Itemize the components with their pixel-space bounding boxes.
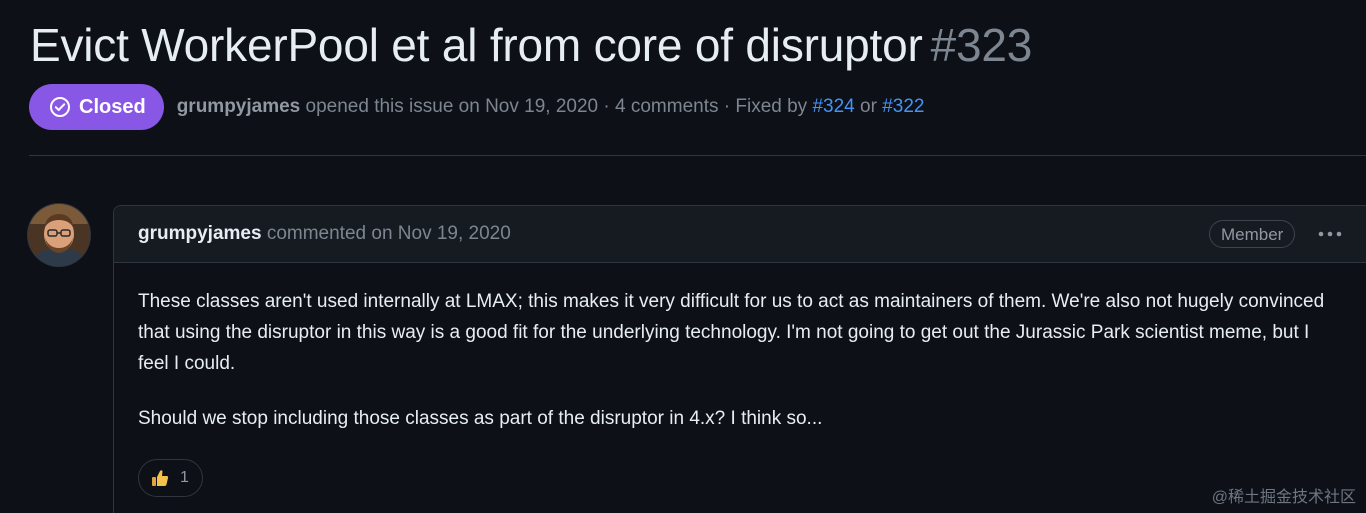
watermark: @稀土掘金技术社区 (1211, 489, 1356, 506)
header-divider (29, 155, 1366, 156)
kebab-horizontal-icon (1318, 231, 1342, 237)
issue-state-badge: Closed (29, 84, 164, 130)
comment-card: grumpyjames commented on Nov 19, 2020 Me… (113, 205, 1366, 513)
comment-author-link[interactable]: grumpyjames (138, 223, 262, 244)
comment-timestamp-link[interactable]: commented on Nov 19, 2020 (267, 223, 511, 244)
comment-options-button[interactable] (1314, 220, 1346, 248)
check-circle-icon (50, 97, 70, 117)
fixed-by-pr-link[interactable]: #324 (812, 96, 854, 117)
issue-opened-text: opened this issue on Nov 19, 2020 · 4 co… (305, 96, 808, 117)
thumbs-up-reaction-button[interactable]: 1 (138, 459, 203, 497)
comment-header: grumpyjames commented on Nov 19, 2020 Me… (114, 206, 1366, 263)
issue-title: Evict WorkerPool et al from core of disr… (30, 14, 1032, 76)
issue-title-text: Evict WorkerPool et al from core of disr… (30, 19, 923, 71)
comment-paragraph: Should we stop including those classes a… (138, 408, 823, 429)
issue-meta: Closed grumpyjames opened this issue on … (29, 84, 924, 130)
thumbs-up-icon (152, 470, 169, 486)
comment-body: These classes aren't used internally at … (138, 286, 1338, 458)
issue-author-link[interactable]: grumpyjames (177, 96, 301, 117)
issue-page: Evict WorkerPool et al from core of disr… (0, 0, 1366, 513)
user-avatar-icon (28, 204, 90, 266)
issue-meta-text: grumpyjames opened this issue on Nov 19,… (177, 96, 925, 118)
comment-paragraph: These classes aren't used internally at … (138, 291, 1325, 374)
fixed-by-joiner: or (860, 96, 877, 117)
comment-meta: grumpyjames commented on Nov 19, 2020 (138, 206, 511, 262)
issue-state-label: Closed (79, 95, 146, 118)
member-role-badge: Member (1209, 220, 1296, 248)
avatar[interactable] (28, 204, 90, 266)
fixed-by-pr-link[interactable]: #322 (882, 96, 924, 117)
reaction-count: 1 (180, 469, 189, 486)
issue-number: #323 (930, 19, 1033, 71)
